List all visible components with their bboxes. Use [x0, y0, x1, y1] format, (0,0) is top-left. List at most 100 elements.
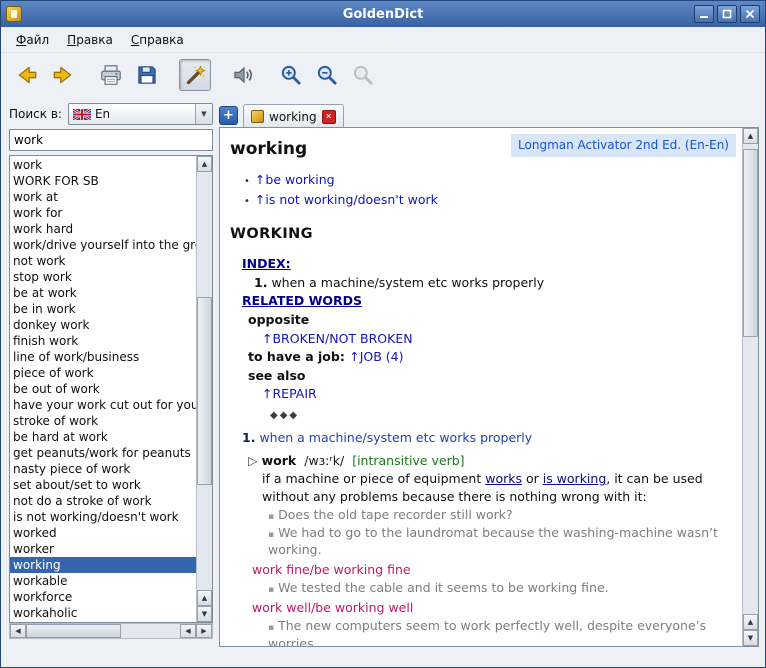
list-item[interactable]: stop work: [10, 269, 196, 285]
zoom-out-button[interactable]: [311, 59, 343, 91]
list-item[interactable]: is not working/doesn't work: [10, 509, 196, 525]
wordlist-scrollbar[interactable]: ▲ ▲ ▼: [196, 156, 212, 622]
close-icon[interactable]: [740, 5, 760, 23]
dictionary-group-select[interactable]: En ▼: [68, 103, 213, 125]
zoom-out-icon: [314, 62, 340, 88]
list-item[interactable]: be in work: [10, 301, 196, 317]
scroll-up-icon[interactable]: ▲: [197, 590, 212, 606]
scroll-up-icon[interactable]: ▲: [743, 128, 758, 144]
definition-link[interactable]: works: [485, 471, 522, 486]
add-tab-button[interactable]: +: [219, 106, 238, 125]
entry-title: WORKING: [230, 224, 734, 244]
search-input[interactable]: [9, 129, 213, 151]
list-item[interactable]: line of work/business: [10, 349, 196, 365]
list-item[interactable]: work/drive yourself into the ground: [10, 237, 196, 253]
scrollbar-thumb[interactable]: [26, 624, 121, 638]
scan-popup-button[interactable]: [179, 59, 211, 91]
list-item[interactable]: donkey work: [10, 317, 196, 333]
maximize-icon[interactable]: [717, 5, 737, 23]
tab-working[interactable]: working ✕: [243, 104, 344, 128]
list-item[interactable]: worked: [10, 525, 196, 541]
search-in-label: Поиск в:: [9, 107, 62, 121]
list-item[interactable]: piece of work: [10, 365, 196, 381]
see-also-label: see also: [248, 367, 734, 386]
cross-reference-link[interactable]: ↑REPAIR: [262, 385, 734, 403]
cross-reference-link[interactable]: ↑JOB (4): [349, 349, 403, 364]
cross-reference-link[interactable]: ↑BROKEN/NOT BROKEN: [262, 330, 734, 348]
floppy-save-icon: [134, 62, 160, 88]
save-article-button[interactable]: [131, 59, 163, 91]
list-item[interactable]: not do a stroke of work: [10, 493, 196, 509]
example-sentence: ▪We tested the cable and it seems to be …: [268, 579, 734, 597]
word-list-items: work WORK FOR SB work at work for work h…: [10, 156, 196, 622]
pronounce-button[interactable]: [227, 59, 259, 91]
scroll-down-icon[interactable]: ▼: [197, 606, 212, 622]
bullet-icon: •: [244, 176, 250, 187]
list-item[interactable]: workaholic: [10, 605, 196, 621]
index-item[interactable]: 1. when a machine/system etc works prope…: [254, 274, 734, 292]
wordlist-hscrollbar[interactable]: ◀ ◀ ▶: [9, 623, 213, 639]
menu-help[interactable]: Справка: [122, 29, 193, 51]
list-item[interactable]: WORK FOR SB: [10, 173, 196, 189]
menu-file[interactable]: Файл: [7, 29, 58, 51]
forward-button[interactable]: [47, 59, 79, 91]
scrollbar-thumb[interactable]: [197, 297, 212, 485]
list-item[interactable]: work at: [10, 189, 196, 205]
list-item[interactable]: worker: [10, 541, 196, 557]
scrollbar-track[interactable]: [743, 144, 758, 614]
list-item[interactable]: work for: [10, 205, 196, 221]
list-item[interactable]: be at work: [10, 285, 196, 301]
entry-definition: if a machine or piece of equipment works…: [262, 470, 734, 506]
magic-wand-icon: [182, 62, 208, 88]
index-heading: INDEX:: [242, 255, 734, 274]
zoom-in-button[interactable]: [275, 59, 307, 91]
list-item[interactable]: have your work cut out for you: [10, 397, 196, 413]
menu-edit[interactable]: Правка: [58, 29, 122, 51]
dictionary-icon: [251, 110, 264, 123]
zoom-reset-button[interactable]: [347, 59, 379, 91]
list-item[interactable]: workforce: [10, 589, 196, 605]
goldendict-window: GoldenDict Файл Правка Справка: [0, 0, 766, 668]
entry-marker-icon: ▷: [248, 453, 258, 468]
phrase-label: work fine/be working fine: [252, 561, 734, 579]
chevron-down-icon[interactable]: ▼: [195, 104, 212, 124]
minimize-icon[interactable]: [694, 5, 714, 23]
list-item[interactable]: work hard: [10, 221, 196, 237]
scroll-up-icon[interactable]: ▲: [197, 156, 212, 172]
list-item[interactable]: workable: [10, 573, 196, 589]
dictionary-name-badge[interactable]: Longman Activator 2nd Ed. (En-En): [511, 134, 736, 157]
section-heading: 1. when a machine/system etc works prope…: [242, 429, 734, 446]
definition-link[interactable]: is working: [543, 471, 607, 486]
scrollbar-track[interactable]: [26, 624, 180, 638]
word-list: work WORK FOR SB work at work for work h…: [9, 155, 213, 623]
list-item[interactable]: be out of work: [10, 381, 196, 397]
top-link-row: •↑is not working/doesn't work: [244, 190, 734, 210]
back-button[interactable]: [11, 59, 43, 91]
article-scrollbar[interactable]: ▲ ▲ ▼: [742, 128, 758, 646]
scroll-up-icon[interactable]: ▲: [743, 614, 758, 630]
list-item[interactable]: get peanuts/work for peanuts: [10, 445, 196, 461]
scroll-left-icon[interactable]: ◀: [10, 624, 26, 638]
scroll-right-icon[interactable]: ▶: [196, 624, 212, 638]
list-item[interactable]: not work: [10, 253, 196, 269]
list-item[interactable]: nasty piece of work: [10, 461, 196, 477]
section-separator: ◆◆◆: [270, 409, 734, 423]
list-item[interactable]: finish work: [10, 333, 196, 349]
scrollbar-thumb[interactable]: [743, 149, 758, 337]
list-item-selected[interactable]: working: [10, 557, 196, 573]
scroll-left-icon[interactable]: ◀: [180, 624, 196, 638]
title-bar[interactable]: GoldenDict: [1, 1, 765, 27]
tab-close-icon[interactable]: ✕: [322, 110, 336, 124]
cross-reference-link[interactable]: ↑be working: [255, 172, 335, 187]
list-item[interactable]: be hard at work: [10, 429, 196, 445]
print-button[interactable]: [95, 59, 127, 91]
scrollbar-track[interactable]: [197, 172, 212, 590]
list-item[interactable]: set about/set to work: [10, 477, 196, 493]
zoom-reset-icon: [350, 62, 376, 88]
list-item[interactable]: work: [10, 157, 196, 173]
arrow-left-icon: [14, 62, 40, 88]
cross-reference-link[interactable]: ↑is not working/doesn't work: [255, 192, 438, 207]
app-icon: [6, 6, 22, 22]
scroll-down-icon[interactable]: ▼: [743, 630, 758, 646]
list-item[interactable]: stroke of work: [10, 413, 196, 429]
